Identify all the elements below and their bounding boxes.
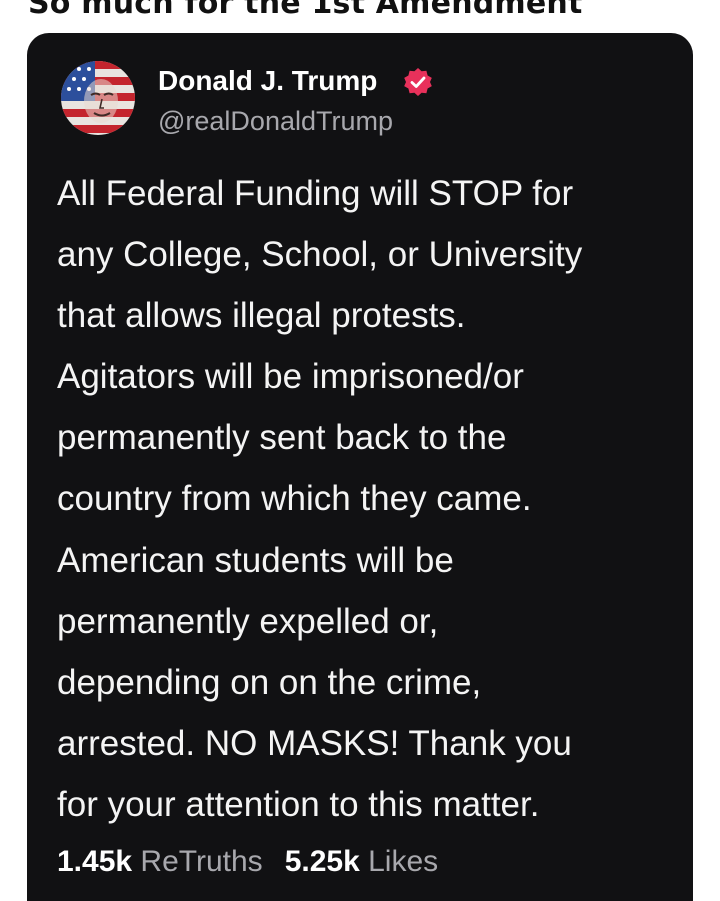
retruths-label: ReTruths bbox=[140, 845, 263, 878]
post-text-line: any College, School, or University bbox=[57, 235, 583, 275]
post-text-line: that allows illegal protests. bbox=[57, 296, 466, 336]
retruths-stat[interactable]: 1.45k ReTruths bbox=[57, 845, 263, 878]
post-text: All Federal Funding will STOP for any Co… bbox=[57, 163, 687, 835]
post-text-line: All Federal Funding will STOP for bbox=[57, 174, 574, 213]
author-handle[interactable]: @realDonaldTrump bbox=[158, 106, 393, 137]
post-text-line: country from which they came. bbox=[57, 479, 532, 519]
post-text-line: arrested. NO MASKS! Thank you bbox=[57, 723, 572, 763]
avatar[interactable] bbox=[61, 61, 135, 135]
post-card[interactable]: Donald J. Trump @realDonaldTrump All Fed… bbox=[27, 33, 693, 901]
post-text-line: permanently sent back to the bbox=[57, 418, 507, 458]
image-caption: So much for the 1st Amendment bbox=[28, 0, 583, 21]
post-text-line: Agitators will be imprisoned/or bbox=[57, 357, 524, 397]
post-stats: 1.45k ReTruths 5.25k Likes bbox=[57, 845, 438, 879]
likes-label: Likes bbox=[368, 845, 439, 878]
likes-stat[interactable]: 5.25k Likes bbox=[285, 845, 438, 878]
post-text-line: American students will be bbox=[57, 540, 454, 580]
author-display-name[interactable]: Donald J. Trump bbox=[158, 65, 377, 97]
post-text-line: depending on on the crime, bbox=[57, 662, 482, 702]
flag-portrait-avatar-icon bbox=[61, 61, 135, 135]
post-text-line: permanently expelled or, bbox=[57, 601, 439, 641]
post-text-line: for your attention to this matter. bbox=[57, 784, 540, 824]
retruths-count: 1.45k bbox=[57, 845, 133, 878]
verified-badge-icon bbox=[404, 68, 432, 96]
likes-count: 5.25k bbox=[284, 845, 360, 878]
